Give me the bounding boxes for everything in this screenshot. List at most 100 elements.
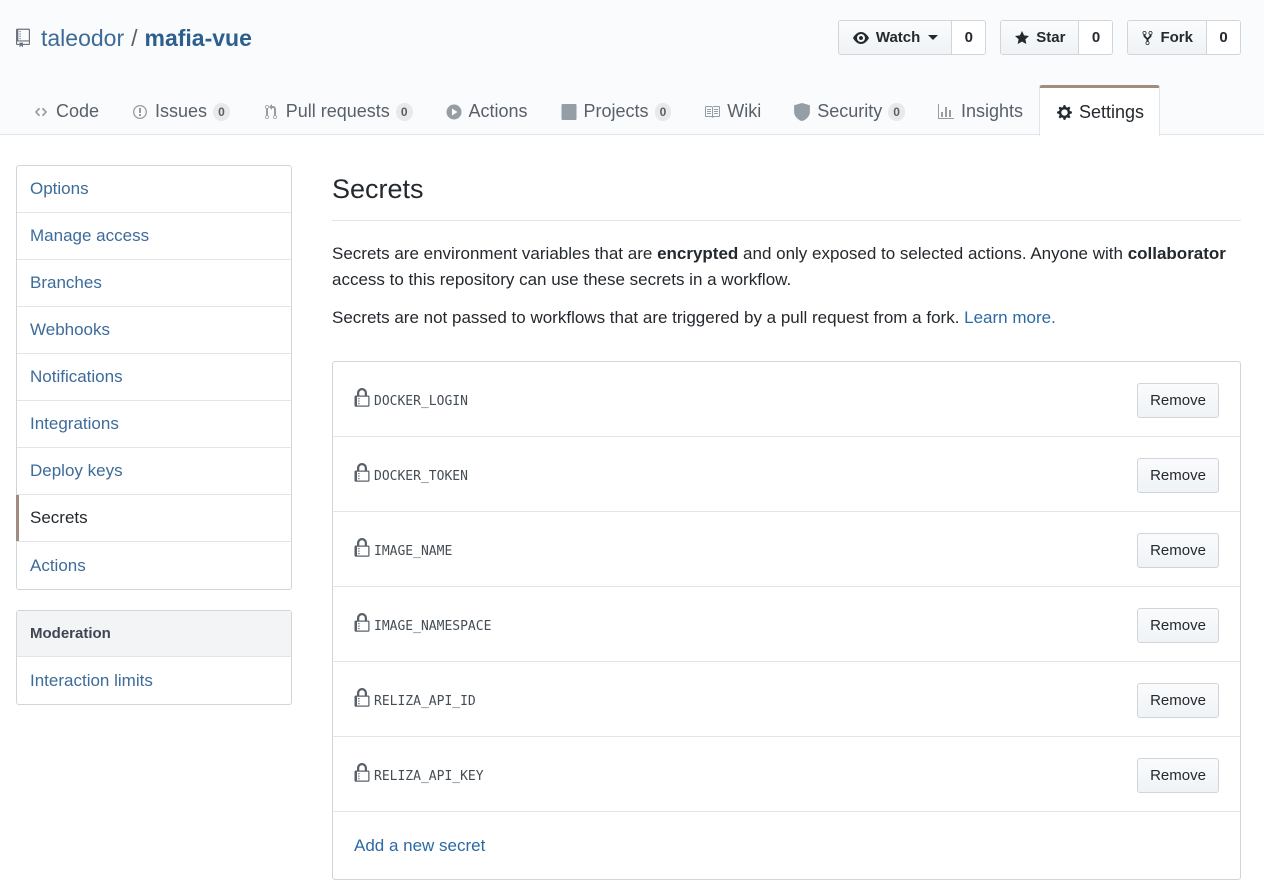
fork-count[interactable]: 0 bbox=[1207, 21, 1240, 54]
security-counter: 0 bbox=[888, 102, 905, 121]
tab-projects[interactable]: Projects 0 bbox=[544, 85, 688, 135]
tab-label: Projects bbox=[583, 101, 649, 121]
moderation-sidebar: Moderation Interaction limits bbox=[16, 610, 292, 705]
secret-row: IMAGE_NAME Remove bbox=[333, 512, 1240, 587]
lock-icon bbox=[354, 463, 370, 482]
sidebar-item-webhooks[interactable]: Webhooks bbox=[17, 307, 291, 354]
star-count[interactable]: 0 bbox=[1079, 21, 1113, 54]
repo-separator: / bbox=[131, 24, 138, 51]
sidebar-item-branches[interactable]: Branches bbox=[17, 260, 291, 307]
remove-secret-button[interactable]: Remove bbox=[1137, 758, 1219, 793]
fork-icon bbox=[1142, 30, 1153, 45]
desc-text: access to this repository can use these … bbox=[332, 270, 792, 289]
tab-label: Insights bbox=[960, 101, 1024, 121]
secrets-description: Secrets are environment variables that a… bbox=[332, 241, 1241, 331]
eye-icon bbox=[852, 31, 869, 44]
watch-label: Watch bbox=[875, 29, 921, 46]
sidebar-item-deploy-keys[interactable]: Deploy keys bbox=[17, 448, 291, 495]
sidebar-item-interaction-limits[interactable]: Interaction limits bbox=[17, 657, 291, 704]
learn-more-link[interactable]: Learn more. bbox=[964, 308, 1056, 327]
fork-button[interactable]: Fork bbox=[1128, 21, 1207, 54]
secrets-main: Secrets Secrets are environment variable… bbox=[332, 165, 1241, 880]
remove-secret-button[interactable]: Remove bbox=[1137, 608, 1219, 643]
pull-requests-counter: 0 bbox=[395, 102, 413, 121]
settings-sidebar: Options Manage access Branches Webhooks … bbox=[16, 165, 292, 590]
issues-counter: 0 bbox=[213, 102, 230, 121]
secret-row: RELIZA_API_KEY Remove bbox=[333, 737, 1240, 812]
desc-text: Secrets are not passed to workflows that… bbox=[332, 308, 965, 327]
secret-name: IMAGE_NAME bbox=[374, 543, 453, 559]
graph-icon bbox=[937, 103, 955, 121]
star-icon bbox=[1015, 30, 1030, 44]
add-secret-row: Add a new secret bbox=[333, 812, 1240, 879]
tab-code[interactable]: Code bbox=[16, 85, 115, 135]
tab-label: Actions bbox=[468, 101, 528, 121]
remove-secret-button[interactable]: Remove bbox=[1137, 683, 1219, 718]
tab-insights[interactable]: Insights bbox=[921, 85, 1039, 135]
pull-request-icon bbox=[262, 103, 280, 121]
shield-icon bbox=[793, 102, 811, 121]
watch-group: Watch 0 bbox=[837, 20, 987, 55]
tab-issues[interactable]: Issues 0 bbox=[115, 85, 246, 135]
sidebar-item-secrets[interactable]: Secrets bbox=[16, 495, 291, 542]
secret-name: DOCKER_TOKEN bbox=[374, 468, 468, 484]
sidebar-item-actions[interactable]: Actions bbox=[17, 542, 291, 589]
repo-header: taleodor / mafia-vue Watch 0 Star 0 Fork bbox=[0, 0, 1264, 136]
secret-name: RELIZA_API_KEY bbox=[374, 768, 484, 784]
lock-icon bbox=[354, 538, 370, 557]
secret-row: DOCKER_LOGIN Remove bbox=[333, 362, 1240, 437]
repo-title: taleodor / mafia-vue bbox=[16, 24, 252, 52]
watch-button[interactable]: Watch bbox=[838, 21, 953, 54]
description-paragraph-2: Secrets are not passed to workflows that… bbox=[332, 305, 1241, 331]
desc-bold-encrypted: encrypted bbox=[657, 244, 739, 263]
tab-settings[interactable]: Settings bbox=[1039, 85, 1161, 136]
tab-wiki[interactable]: Wiki bbox=[687, 85, 777, 135]
desc-bold-collaborator: collaborator bbox=[1127, 244, 1226, 263]
tab-label: Issues bbox=[155, 101, 208, 121]
remove-secret-button[interactable]: Remove bbox=[1137, 533, 1219, 568]
tab-pull-requests[interactable]: Pull requests 0 bbox=[246, 85, 429, 135]
book-icon bbox=[703, 103, 721, 121]
repo-name-link[interactable]: mafia-vue bbox=[145, 25, 252, 52]
sidebar-item-notifications[interactable]: Notifications bbox=[17, 354, 291, 401]
tab-security[interactable]: Security 0 bbox=[777, 85, 921, 135]
repo-icon bbox=[16, 28, 30, 48]
lock-icon bbox=[354, 688, 370, 707]
tab-label: Pull requests bbox=[285, 101, 390, 121]
lock-icon bbox=[354, 613, 370, 632]
sidebar-item-options[interactable]: Options bbox=[17, 166, 291, 213]
watch-count[interactable]: 0 bbox=[952, 21, 986, 54]
secrets-list: DOCKER_LOGIN Remove DOCKER_TOKEN Remove … bbox=[332, 361, 1241, 880]
remove-secret-button[interactable]: Remove bbox=[1137, 458, 1219, 493]
chevron-down-icon bbox=[928, 35, 939, 40]
tab-label: Settings bbox=[1079, 101, 1145, 122]
issue-icon bbox=[131, 103, 149, 121]
tab-label: Wiki bbox=[727, 101, 762, 121]
secret-row: RELIZA_API_ID Remove bbox=[333, 662, 1240, 737]
star-button[interactable]: Star bbox=[1001, 21, 1080, 54]
subhead: Secrets bbox=[332, 165, 1241, 221]
lock-icon bbox=[354, 763, 370, 782]
secret-name: IMAGE_NAMESPACE bbox=[374, 618, 492, 634]
secret-name: RELIZA_API_ID bbox=[374, 693, 476, 709]
projects-counter: 0 bbox=[654, 102, 672, 121]
project-icon bbox=[560, 103, 578, 121]
tab-label: Security bbox=[817, 101, 883, 121]
play-icon bbox=[445, 103, 463, 121]
star-label: Star bbox=[1036, 29, 1066, 46]
code-icon bbox=[32, 103, 50, 121]
desc-text: and only exposed to selected actions. An… bbox=[738, 244, 1128, 263]
secret-row: DOCKER_TOKEN Remove bbox=[333, 437, 1240, 512]
secret-name: DOCKER_LOGIN bbox=[374, 393, 468, 409]
tab-label: Code bbox=[56, 101, 100, 121]
remove-secret-button[interactable]: Remove bbox=[1137, 383, 1219, 418]
repo-owner-link[interactable]: taleodor bbox=[41, 25, 124, 52]
sidebar-item-integrations[interactable]: Integrations bbox=[17, 401, 291, 448]
sidebar-item-manage-access[interactable]: Manage access bbox=[17, 213, 291, 260]
page-title: Secrets bbox=[332, 174, 424, 204]
star-group: Star 0 bbox=[1000, 20, 1114, 55]
add-secret-link[interactable]: Add a new secret bbox=[354, 836, 485, 856]
fork-label: Fork bbox=[1160, 29, 1193, 46]
secret-row: IMAGE_NAMESPACE Remove bbox=[333, 587, 1240, 662]
tab-actions[interactable]: Actions bbox=[429, 85, 544, 135]
